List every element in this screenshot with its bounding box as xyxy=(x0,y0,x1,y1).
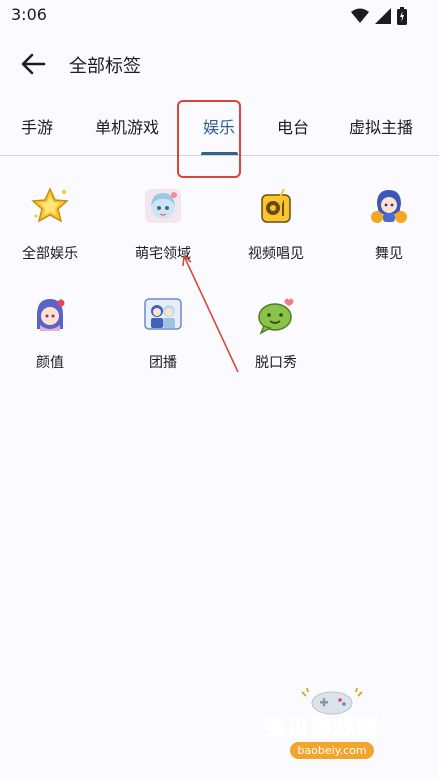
category-all-entertainment[interactable]: 全部娱乐 xyxy=(0,186,100,276)
arrow-left-icon xyxy=(21,53,46,75)
watermark-name: 宝贝游戏网 xyxy=(263,716,380,742)
signal-icon xyxy=(375,8,391,24)
status-bar: 3:06 xyxy=(0,0,439,32)
category-label: 颜值 xyxy=(36,355,64,371)
wifi-icon xyxy=(351,8,369,23)
group-stream-icon xyxy=(144,298,182,330)
talk-bubble-icon xyxy=(258,298,294,335)
category-dance[interactable]: 舞见 xyxy=(339,186,439,276)
dancer-icon xyxy=(371,190,407,223)
watermark-url: baobeiy.com xyxy=(290,742,374,759)
watermark-logo: 宝贝游戏网 baobeiy.com xyxy=(262,686,412,774)
category-label: 视频唱见 xyxy=(248,246,304,262)
category-moe-otaku[interactable]: 萌宅领域 xyxy=(113,186,213,276)
status-time: 3:06 xyxy=(11,5,47,24)
category-label: 脱口秀 xyxy=(255,355,297,371)
category-talk-show[interactable]: 脱口秀 xyxy=(226,295,326,385)
category-label: 舞见 xyxy=(375,246,403,262)
category-good-looks[interactable]: 颜值 xyxy=(0,295,100,385)
battery-icon xyxy=(397,7,407,25)
anime-girl-icon xyxy=(145,189,181,223)
page-title: 全部标签 xyxy=(69,56,141,77)
microphone-icon xyxy=(261,188,291,223)
category-group-stream[interactable]: 团播 xyxy=(113,295,213,385)
category-video-singing[interactable]: 视频唱见 xyxy=(226,186,326,276)
tab-virtual-streamer[interactable]: 虚拟主播 xyxy=(349,114,413,138)
tab-radio[interactable]: 电台 xyxy=(277,114,309,138)
category-label: 团播 xyxy=(149,355,177,371)
category-label: 全部娱乐 xyxy=(22,246,78,262)
star-crown-icon xyxy=(31,187,69,223)
highlight-box xyxy=(177,100,241,178)
tab-single-player-games[interactable]: 单机游戏 xyxy=(95,114,159,138)
app-bar: 全部标签 xyxy=(0,38,439,90)
status-icons xyxy=(351,7,407,25)
beauty-girl-icon xyxy=(37,299,65,331)
tab-mobile-games[interactable]: 手游 xyxy=(21,114,53,138)
back-button[interactable] xyxy=(18,50,50,78)
category-label: 萌宅领域 xyxy=(135,246,191,262)
